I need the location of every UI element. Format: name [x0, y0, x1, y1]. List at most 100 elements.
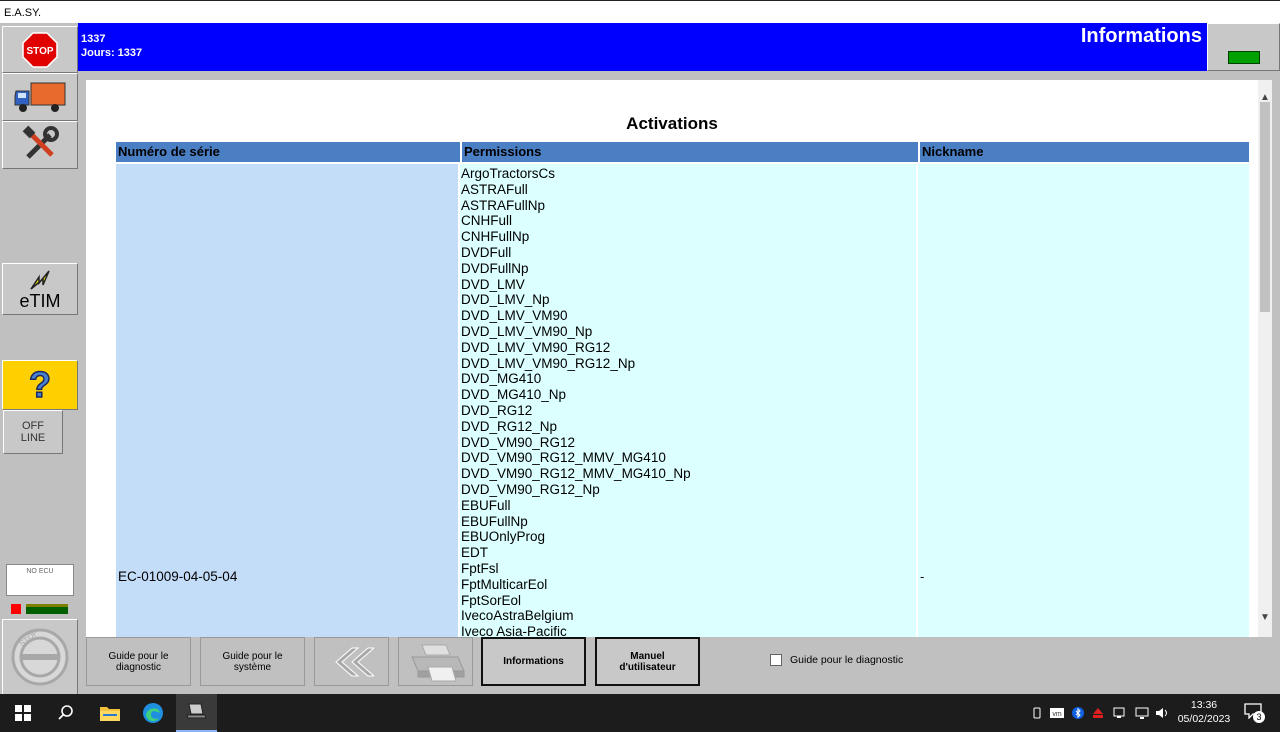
search-icon[interactable]: [54, 701, 78, 725]
volume-icon[interactable]: [1155, 706, 1169, 718]
header-line-1: 1337: [81, 33, 106, 45]
svg-text:vm: vm: [1052, 711, 1062, 718]
user-manual-button[interactable]: Manuel d'utilisateur: [595, 637, 700, 686]
permission-item: DVD_LMV_VM90_RG12_Np: [461, 355, 636, 371]
connection-led: [1228, 51, 1260, 64]
tools-button[interactable]: [2, 121, 78, 169]
permission-item: DVDFull: [461, 244, 512, 260]
permission-item: DVD_LMV_VM90: [461, 308, 568, 324]
permission-item: DVD_VM90_RG12: [461, 434, 576, 450]
windows-start-icon[interactable]: [11, 701, 35, 725]
bluetooth-icon[interactable]: [1072, 706, 1084, 719]
guide-diagnostic-label-2: diagnostic: [115, 661, 162, 673]
help-button[interactable]: ?: [2, 360, 78, 410]
serial-number: EC-01009-04-05-04: [118, 569, 238, 584]
nickname-cell: -: [918, 164, 1249, 637]
notification-center-icon[interactable]: 3: [1244, 703, 1265, 723]
permission-item: DVD_MG410: [461, 371, 542, 387]
stop-label: STOP: [26, 46, 53, 57]
page-title: Informations: [1080, 25, 1202, 47]
permission-item: DVD_MG410_Np: [461, 387, 567, 403]
connection-status: [1207, 23, 1280, 71]
permission-item: Iveco Asia-Pacific: [461, 624, 567, 637]
column-header: Nickname: [918, 142, 1249, 162]
nickname-value: -: [920, 569, 925, 584]
activations-title: Activations: [626, 114, 718, 133]
header-bar: 1337 Jours: 1337 Informations: [78, 23, 1207, 71]
no-ecu-indicator: NO ECU: [6, 564, 74, 596]
double-chevron-left-icon: [334, 647, 374, 676]
vehicle-button[interactable]: [2, 73, 78, 121]
bottom-toolbar: Guide pour le diagnostic Guide pour le s…: [78, 637, 1280, 694]
guide-diagnostic-label-1: Guide pour le: [108, 650, 169, 662]
permission-item: DVD_LMV_Np: [461, 292, 550, 308]
header-line-2: Jours: 1337: [81, 47, 143, 59]
permission-item: DVD_VM90_RG12_Np: [461, 481, 600, 497]
no-ecu-label: NO ECU: [26, 568, 54, 575]
stop-disabled-icon: STOP: [11, 628, 69, 686]
permission-item: DVD_LMV_VM90_Np: [461, 323, 593, 339]
window-title: E.A.SY.: [4, 7, 42, 19]
offline-label-1: OFF: [22, 420, 44, 432]
serial-cell: EC-01009-04-05-04: [116, 164, 458, 637]
guide-diagnostic-toggle[interactable]: Guide pour le diagnostic: [770, 654, 903, 666]
scroll-down-icon[interactable]: ▼: [1258, 612, 1272, 623]
vmware-icon[interactable]: vm: [1050, 706, 1064, 718]
lightning-icon: [30, 270, 50, 290]
permission-item: DVD_LMV: [461, 276, 525, 292]
permission-item: DVD_RG12_Np: [461, 418, 558, 434]
offline-button[interactable]: OFF LINE: [3, 410, 63, 454]
permissions-cell: ArgoTractorsCs ASTRAFull ASTRAFullNp CNHFul…: [460, 164, 916, 637]
permission-item: ASTRAFull: [461, 181, 528, 197]
eject-icon[interactable]: [1092, 706, 1104, 718]
etim-label: eTIM: [19, 290, 61, 311]
guide-diagnostic-checkbox[interactable]: [770, 654, 782, 666]
informations-button[interactable]: Informations: [481, 637, 586, 686]
table-header: Numéro de série Permissions Nickname: [116, 142, 1249, 162]
permission-item: FptFsl: [461, 560, 499, 576]
truck-icon: [14, 82, 66, 112]
permission-item: EBUOnlyProg: [461, 529, 546, 545]
etim-button[interactable]: eTIM: [2, 263, 78, 315]
laptop-icon: [186, 703, 207, 719]
main-content: Activations Numéro de série Permissions …: [86, 80, 1272, 637]
permission-item: DVD_LMV_VM90_RG12: [461, 339, 611, 355]
guide-system-button[interactable]: Guide pour le système: [200, 637, 305, 686]
clock-time: 13:36: [1190, 699, 1218, 711]
system-clock[interactable]: 13:36 05/02/2023: [1174, 698, 1234, 726]
tools-icon: [22, 125, 59, 159]
window-title-bar: E.A.SY.: [0, 0, 1280, 23]
permission-item: DVD_VM90_RG12_MMV_MG410_Np: [461, 466, 691, 482]
back-button[interactable]: [314, 637, 389, 686]
notification-count-badge: 3: [1253, 711, 1265, 723]
usb-drive-icon[interactable]: [1031, 706, 1043, 719]
print-button[interactable]: [398, 637, 473, 686]
ecu-signal-bar: [26, 604, 68, 614]
permission-item: FptMulticarEol: [461, 576, 548, 592]
stop-icon: STOP: [22, 31, 58, 68]
edge-browser-icon[interactable]: [141, 701, 165, 725]
permission-item: IvecoAstraBelgium: [461, 608, 574, 624]
permission-item: DVD_RG12: [461, 402, 533, 418]
permission-item: ASTRAFullNp: [461, 197, 546, 213]
scrollbar-thumb[interactable]: [1260, 102, 1270, 312]
easy-app-taskbar-item[interactable]: [176, 694, 217, 732]
permission-item: FptSorEol: [461, 592, 522, 608]
guide-diagnostic-checkbox-label: Guide pour le diagnostic: [790, 654, 904, 666]
ecu-status-led: [11, 604, 21, 614]
permission-item: CNHFull: [461, 213, 513, 229]
permission-item: EBUFull: [461, 497, 511, 513]
stop-button[interactable]: STOP: [2, 26, 78, 73]
permission-item: CNHFullNp: [461, 229, 530, 245]
devices-icon[interactable]: [1113, 706, 1125, 718]
taskbar: vm 13:36 05/02/2023 3: [0, 694, 1280, 732]
network-icon[interactable]: [1135, 706, 1149, 719]
permission-item: EDT: [461, 545, 488, 561]
clock-date: 05/02/2023: [1177, 713, 1231, 725]
column-header: Numéro de série: [118, 144, 220, 159]
vertical-scrollbar[interactable]: ▲ ▼: [1258, 80, 1272, 637]
printer-icon: [410, 644, 465, 681]
file-explorer-icon[interactable]: [98, 701, 122, 725]
guide-diagnostic-button[interactable]: Guide pour le diagnostic: [86, 637, 191, 686]
stop-disabled-button[interactable]: STOP: [2, 619, 78, 695]
